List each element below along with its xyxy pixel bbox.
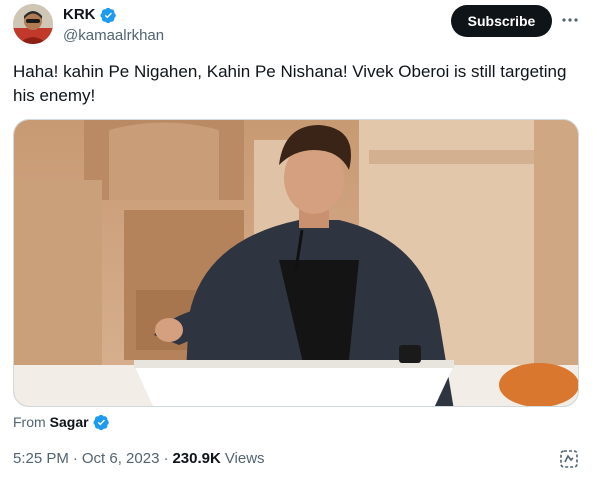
views-label: Views bbox=[224, 450, 265, 467]
more-dots-icon[interactable] bbox=[558, 8, 582, 32]
separator-dot: · bbox=[72, 450, 78, 467]
post-date[interactable]: Oct 6, 2023 bbox=[82, 449, 160, 469]
video-frame-image bbox=[14, 120, 578, 406]
author-display-name[interactable]: KRK bbox=[63, 5, 96, 25]
separator-dot: · bbox=[163, 450, 169, 467]
video-thumbnail[interactable] bbox=[13, 119, 579, 407]
verified-badge-icon[interactable] bbox=[99, 7, 117, 24]
views-count: 230.9K bbox=[172, 450, 221, 467]
grok-icon[interactable] bbox=[558, 448, 580, 470]
tweet-card: KRK @kamaalrkhan Subscribe Haha! kahin P… bbox=[0, 0, 597, 477]
author-handle[interactable]: @kamaalrkhan bbox=[63, 26, 164, 46]
tweet-text: Haha! kahin Pe Nigahen, Kahin Pe Nishana… bbox=[13, 62, 567, 105]
attribution-prefix: From bbox=[13, 414, 46, 430]
attribution-verified-badge-icon bbox=[93, 414, 110, 431]
author-avatar[interactable] bbox=[13, 4, 53, 44]
subscribe-button[interactable]: Subscribe bbox=[451, 5, 552, 37]
tweet-metadata: 5:25 PM · Oct 6, 2023 · 230.9K Views bbox=[13, 449, 265, 469]
avatar-image bbox=[13, 4, 53, 44]
attribution-source-name[interactable]: Sagar bbox=[50, 412, 89, 432]
author-name-row[interactable]: KRK bbox=[63, 5, 117, 25]
post-time[interactable]: 5:25 PM bbox=[13, 449, 69, 469]
media-attribution: From Sagar bbox=[13, 412, 110, 432]
